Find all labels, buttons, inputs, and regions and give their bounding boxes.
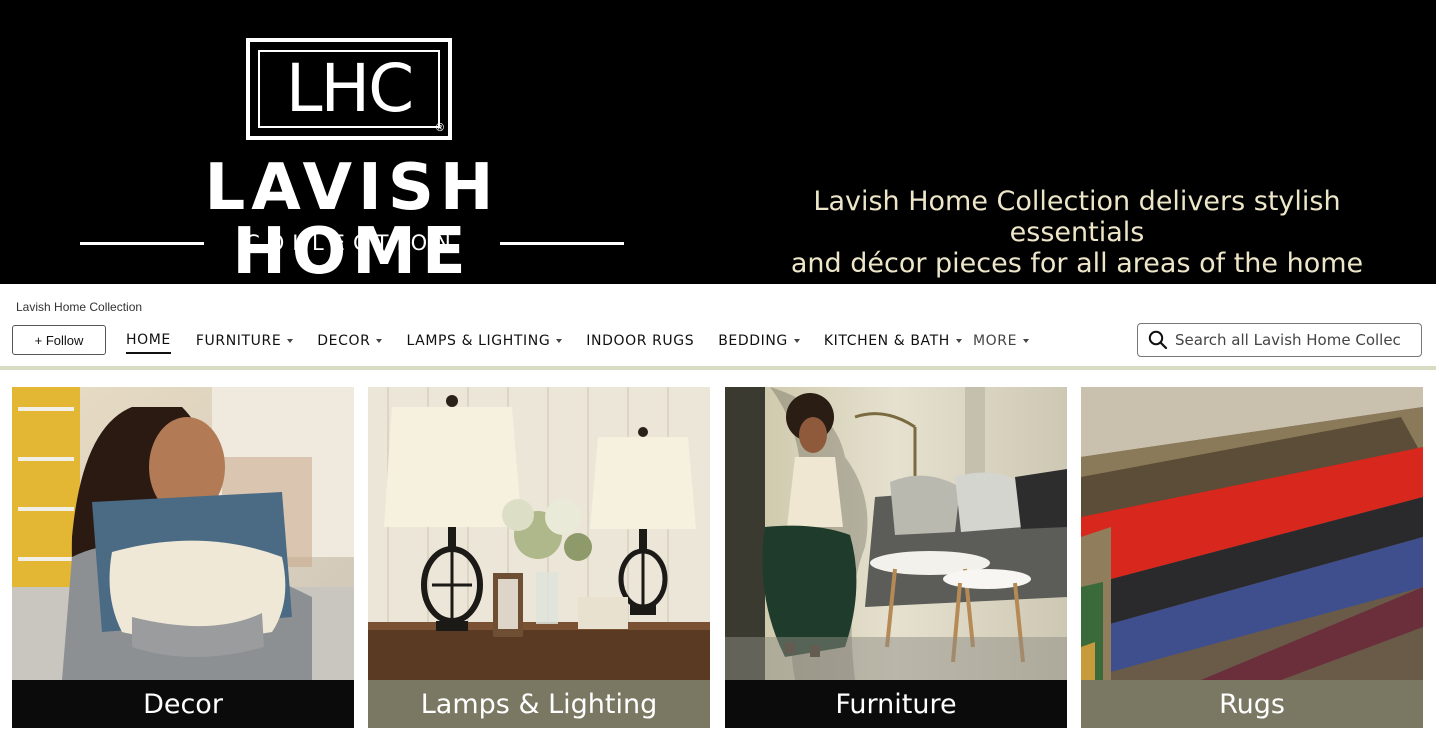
- tile-caption: Decor: [12, 680, 354, 728]
- tagline-line-1: Lavish Home Collection delivers stylish …: [813, 186, 1341, 248]
- banner-tagline: Lavish Home Collection delivers stylish …: [750, 186, 1404, 279]
- caret-down-icon: [955, 339, 962, 343]
- nav-item-decor[interactable]: DECOR: [317, 328, 383, 354]
- lamps-photo: [368, 387, 710, 680]
- nav-item-label: HOME: [126, 332, 171, 348]
- registered-mark: ®: [435, 122, 444, 134]
- category-tile-decor[interactable]: Decor: [12, 387, 354, 728]
- logo-letters: LHC: [285, 50, 414, 127]
- nav-item-label: DECOR: [317, 333, 371, 349]
- nav-item-indoor-rugs[interactable]: INDOOR RUGS: [586, 328, 694, 354]
- caret-down-icon: [1023, 339, 1030, 343]
- nav-item-home[interactable]: HOME: [126, 328, 171, 354]
- search-icon: [1147, 329, 1169, 351]
- rugs-photo: [1081, 387, 1423, 680]
- caret-down-icon: [793, 339, 800, 343]
- tagline-line-2: and décor pieces for all areas of the ho…: [790, 248, 1364, 279]
- brand-rule-right: [499, 241, 624, 245]
- nav-item-more[interactable]: MORE: [972, 328, 1030, 354]
- nav-item-label: INDOOR RUGS: [586, 333, 695, 349]
- follow-button[interactable]: + Follow: [12, 325, 106, 355]
- tile-caption: Furniture: [725, 680, 1067, 728]
- nav-divider: [0, 366, 1436, 370]
- brand-subtitle: COLLECTION: [245, 231, 459, 255]
- caret-down-icon: [556, 339, 563, 343]
- nav-item-furniture[interactable]: FURNITURE: [195, 328, 294, 354]
- nav-item-label: FURNITURE: [195, 333, 282, 349]
- tile-caption: Lamps & Lighting: [368, 680, 710, 728]
- store-nav: HOME FURNITURE DECOR LAMPS & LIGHTING IN…: [126, 328, 1030, 354]
- nav-item-label: KITCHEN & BATH: [823, 333, 950, 349]
- caret-down-icon: [376, 339, 383, 343]
- nav-item-label: BEDDING: [718, 333, 788, 349]
- category-tile-rugs[interactable]: Rugs: [1081, 387, 1423, 728]
- store-search[interactable]: [1137, 323, 1422, 357]
- brand-subtitle-row: COLLECTION: [80, 230, 624, 256]
- tile-caption: Rugs: [1081, 680, 1423, 728]
- brand-logo: LHC ®: [246, 38, 452, 140]
- furniture-photo: [725, 387, 1067, 680]
- store-name[interactable]: Lavish Home Collection: [16, 300, 142, 314]
- caret-down-icon: [287, 339, 294, 343]
- decor-photo: [12, 387, 354, 680]
- category-tile-furniture[interactable]: Furniture: [725, 387, 1067, 728]
- nav-item-label: MORE: [972, 333, 1018, 349]
- nav-item-lamps-lighting[interactable]: LAMPS & LIGHTING: [406, 328, 563, 354]
- nav-item-bedding[interactable]: BEDDING: [718, 328, 800, 354]
- category-tile-lamps-lighting[interactable]: Lamps & Lighting: [368, 387, 710, 728]
- brand-rule-left: [80, 241, 204, 245]
- hero-banner: LHC ® LAVISH HOME COLLECTION Lavish Home…: [0, 0, 1436, 284]
- nav-item-label: LAMPS & LIGHTING: [406, 333, 551, 349]
- brand-name: LAVISH HOME: [204, 151, 500, 289]
- nav-item-kitchen-bath[interactable]: KITCHEN & BATH: [824, 328, 962, 354]
- search-input[interactable]: [1175, 331, 1415, 349]
